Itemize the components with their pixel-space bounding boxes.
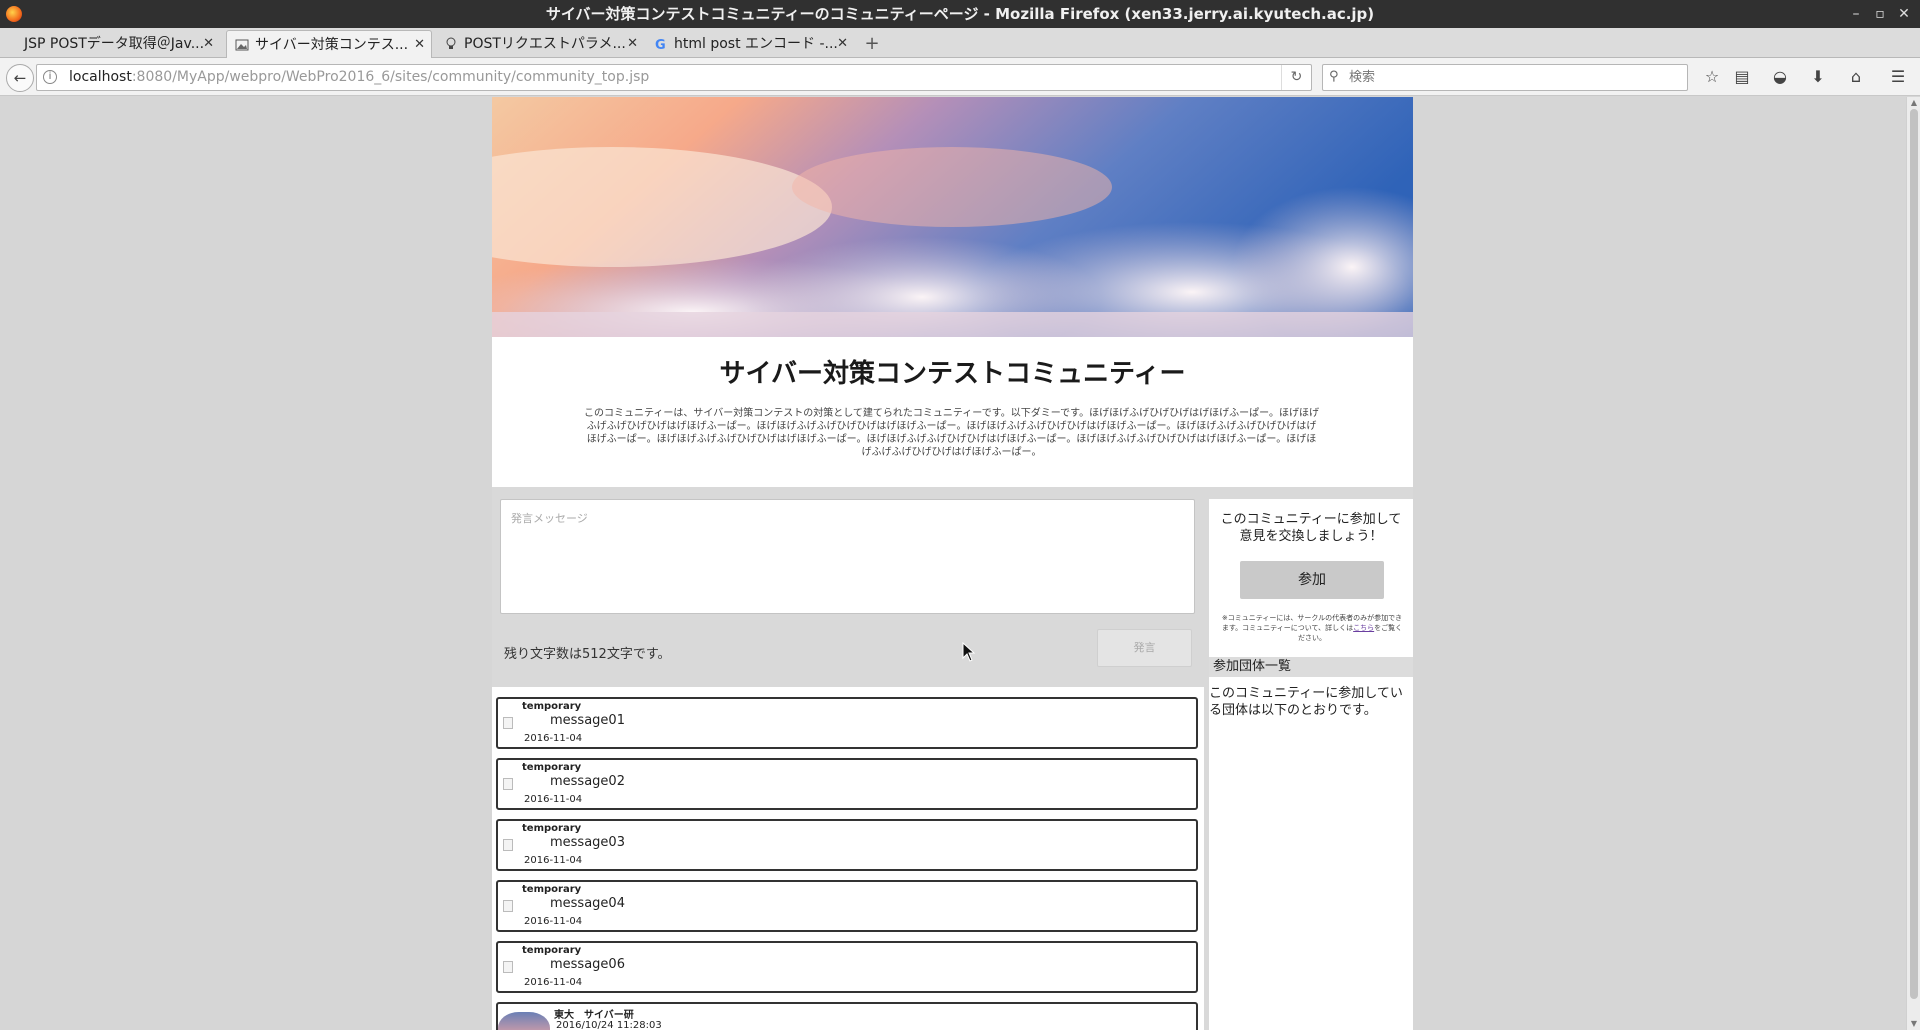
message-card: temporary message06 2016-11-04 — [496, 941, 1198, 993]
join-message-line1: このコミュニティーに参加して — [1220, 512, 1402, 527]
svg-text:G: G — [655, 38, 666, 51]
tab-post-request[interactable]: POSTリクエストパラメ... ✕ — [436, 30, 644, 58]
url-path: :8080/MyApp/webpro/WebPro2016_6/sites/co… — [131, 69, 650, 85]
message-card: 東大 サイバー研 2016/10/24 11:28:03 — [496, 1002, 1198, 1030]
join-message-line2: 意見を交換しましょう！ — [1239, 529, 1383, 544]
window-titlebar: サイバー対策コンテストコミュニティーのコミュニティーページ - Mozilla … — [0, 0, 1920, 28]
message-user: temporary — [522, 762, 582, 773]
search-input[interactable] — [1349, 68, 1679, 87]
tab-community[interactable]: サイバー対策コンテス... ✕ — [226, 30, 432, 58]
back-button[interactable]: ← — [6, 64, 34, 92]
sidebar-panel: このコミュニティーに参加して 意見を交換しましょう！ 参加 ※コミュニティーには… — [1209, 499, 1413, 1030]
avatar-placeholder-icon — [503, 839, 513, 851]
url-host: localhost — [69, 69, 132, 85]
tab-close-icon[interactable]: ✕ — [203, 30, 214, 58]
avatar-placeholder-icon — [503, 900, 513, 912]
sky-clouds-image — [492, 97, 1413, 337]
navigation-bar: ← i localhost:8080/MyApp/webpro/WebPro20… — [0, 58, 1920, 96]
groups-description: このコミュニティーに参加している団体は以下のとおりです。 — [1209, 686, 1403, 718]
avatar-placeholder-icon — [503, 961, 513, 973]
search-icon: ⚲ — [1329, 69, 1339, 84]
message-date: 2016-11-04 — [524, 794, 583, 805]
close-window-icon[interactable]: ✕ — [1894, 4, 1914, 24]
scroll-up-icon[interactable]: ▲ — [1907, 97, 1920, 109]
message-text: message04 — [550, 896, 625, 911]
hero-image — [492, 97, 1413, 337]
message-date: 2016-11-04 — [524, 855, 583, 866]
tab-bar: JSP POSTデータ取得＠Jav... ✕ サイバー対策コンテス... ✕ P… — [0, 28, 1920, 58]
message-date: 2016-11-04 — [524, 916, 583, 927]
info-icon[interactable]: i — [43, 70, 57, 84]
tab-close-icon[interactable]: ✕ — [414, 31, 425, 58]
message-text: message06 — [550, 957, 625, 972]
avatar-placeholder-icon — [503, 778, 513, 790]
post-form: 残り文字数は512文字です。 発言 — [492, 487, 1204, 687]
search-bar[interactable]: ⚲ — [1322, 64, 1688, 91]
message-text: message03 — [550, 835, 625, 850]
message-card: temporary message03 2016-11-04 — [496, 819, 1198, 871]
pocket-icon[interactable]: ◒ — [1768, 66, 1792, 88]
message-user: temporary — [522, 701, 582, 712]
message-date: 2016/10/24 11:28:03 — [556, 1020, 662, 1030]
tab-label: POSTリクエストパラメ... — [464, 36, 626, 52]
message-text: message01 — [550, 713, 625, 728]
join-button[interactable]: 参加 — [1240, 561, 1384, 599]
remaining-chars-text: 残り文字数は512文字です。 — [504, 647, 671, 662]
download-icon[interactable]: ⬇ — [1806, 66, 1830, 88]
scrollbar-thumb[interactable] — [1910, 109, 1918, 999]
url-text[interactable]: localhost:8080/MyApp/webpro/WebPro2016_6… — [69, 65, 649, 90]
join-note: ※コミュニティーには、サークルの代表者のみが参加できます。コミュニティーについて… — [1219, 613, 1405, 643]
message-user: temporary — [522, 884, 582, 895]
bookmark-star-icon[interactable]: ☆ — [1700, 66, 1724, 88]
reading-list-icon[interactable]: ▤ — [1730, 66, 1754, 88]
bulb-icon — [446, 37, 456, 49]
message-card: temporary message02 2016-11-04 — [496, 758, 1198, 810]
message-card: temporary message01 2016-11-04 — [496, 697, 1198, 749]
new-tab-button[interactable]: + — [862, 34, 882, 54]
google-icon: G — [655, 38, 666, 51]
message-text: message02 — [550, 774, 625, 789]
tab-label: JSP POSTデータ取得＠Jav... — [24, 36, 205, 52]
community-title: サイバー対策コンテストコミュニティー — [719, 359, 1186, 389]
message-date: 2016-11-04 — [524, 733, 583, 744]
sidebar: このコミュニティーに参加して 意見を交換しましょう！ 参加 ※コミュニティーには… — [1204, 487, 1413, 1030]
page-viewport: サイバー対策コンテストコミュニティー このコミュニティーは、サイバー対策コンテス… — [0, 97, 1920, 1030]
message-card: temporary message04 2016-11-04 — [496, 880, 1198, 932]
community-description: このコミュニティーは、サイバー対策コンテストの対策として建てられたコミュニティー… — [584, 408, 1319, 458]
message-user: 東大 サイバー研 — [554, 1010, 634, 1021]
tab-close-icon[interactable]: ✕ — [627, 30, 638, 58]
url-bar[interactable]: i localhost:8080/MyApp/webpro/WebPro2016… — [36, 64, 1312, 91]
message-input[interactable] — [500, 499, 1195, 614]
tab-label: html post エンコード -... — [674, 36, 838, 52]
mouse-cursor-icon — [962, 642, 976, 662]
post-submit-button[interactable]: 発言 — [1097, 629, 1192, 667]
groups-heading: 参加団体一覧 — [1209, 657, 1413, 677]
back-arrow-icon: ← — [13, 69, 27, 87]
menu-icon[interactable]: ☰ — [1886, 66, 1910, 88]
scroll-down-icon[interactable]: ▼ — [1907, 1018, 1920, 1030]
home-icon[interactable]: ⌂ — [1844, 66, 1868, 88]
tab-jsp-post[interactable]: JSP POSTデータ取得＠Jav... ✕ — [2, 30, 220, 58]
tab-close-icon[interactable]: ✕ — [837, 30, 848, 58]
minimize-icon[interactable]: – — [1846, 4, 1866, 24]
group-avatar — [498, 1012, 550, 1030]
page-scrollbar[interactable]: ▲ ▼ — [1906, 97, 1920, 1030]
maximize-icon[interactable]: ▫ — [1870, 4, 1890, 24]
window-title: サイバー対策コンテストコミュニティーのコミュニティーページ - Mozilla … — [545, 5, 1375, 23]
reload-icon[interactable]: ↻ — [1281, 65, 1311, 90]
community-page: サイバー対策コンテストコミュニティー このコミュニティーは、サイバー対策コンテス… — [492, 97, 1413, 1030]
join-message: このコミュニティーに参加して 意見を交換しましょう！ — [1209, 511, 1413, 545]
join-note-link[interactable]: こちら — [1353, 624, 1374, 632]
image-icon — [235, 39, 249, 51]
message-user: temporary — [522, 945, 582, 956]
avatar-placeholder-icon — [503, 717, 513, 729]
message-date: 2016-11-04 — [524, 977, 583, 988]
tab-google-search[interactable]: G html post エンコード -... ✕ — [646, 30, 854, 58]
message-user: temporary — [522, 823, 582, 834]
tab-label: サイバー対策コンテス... — [255, 37, 409, 53]
